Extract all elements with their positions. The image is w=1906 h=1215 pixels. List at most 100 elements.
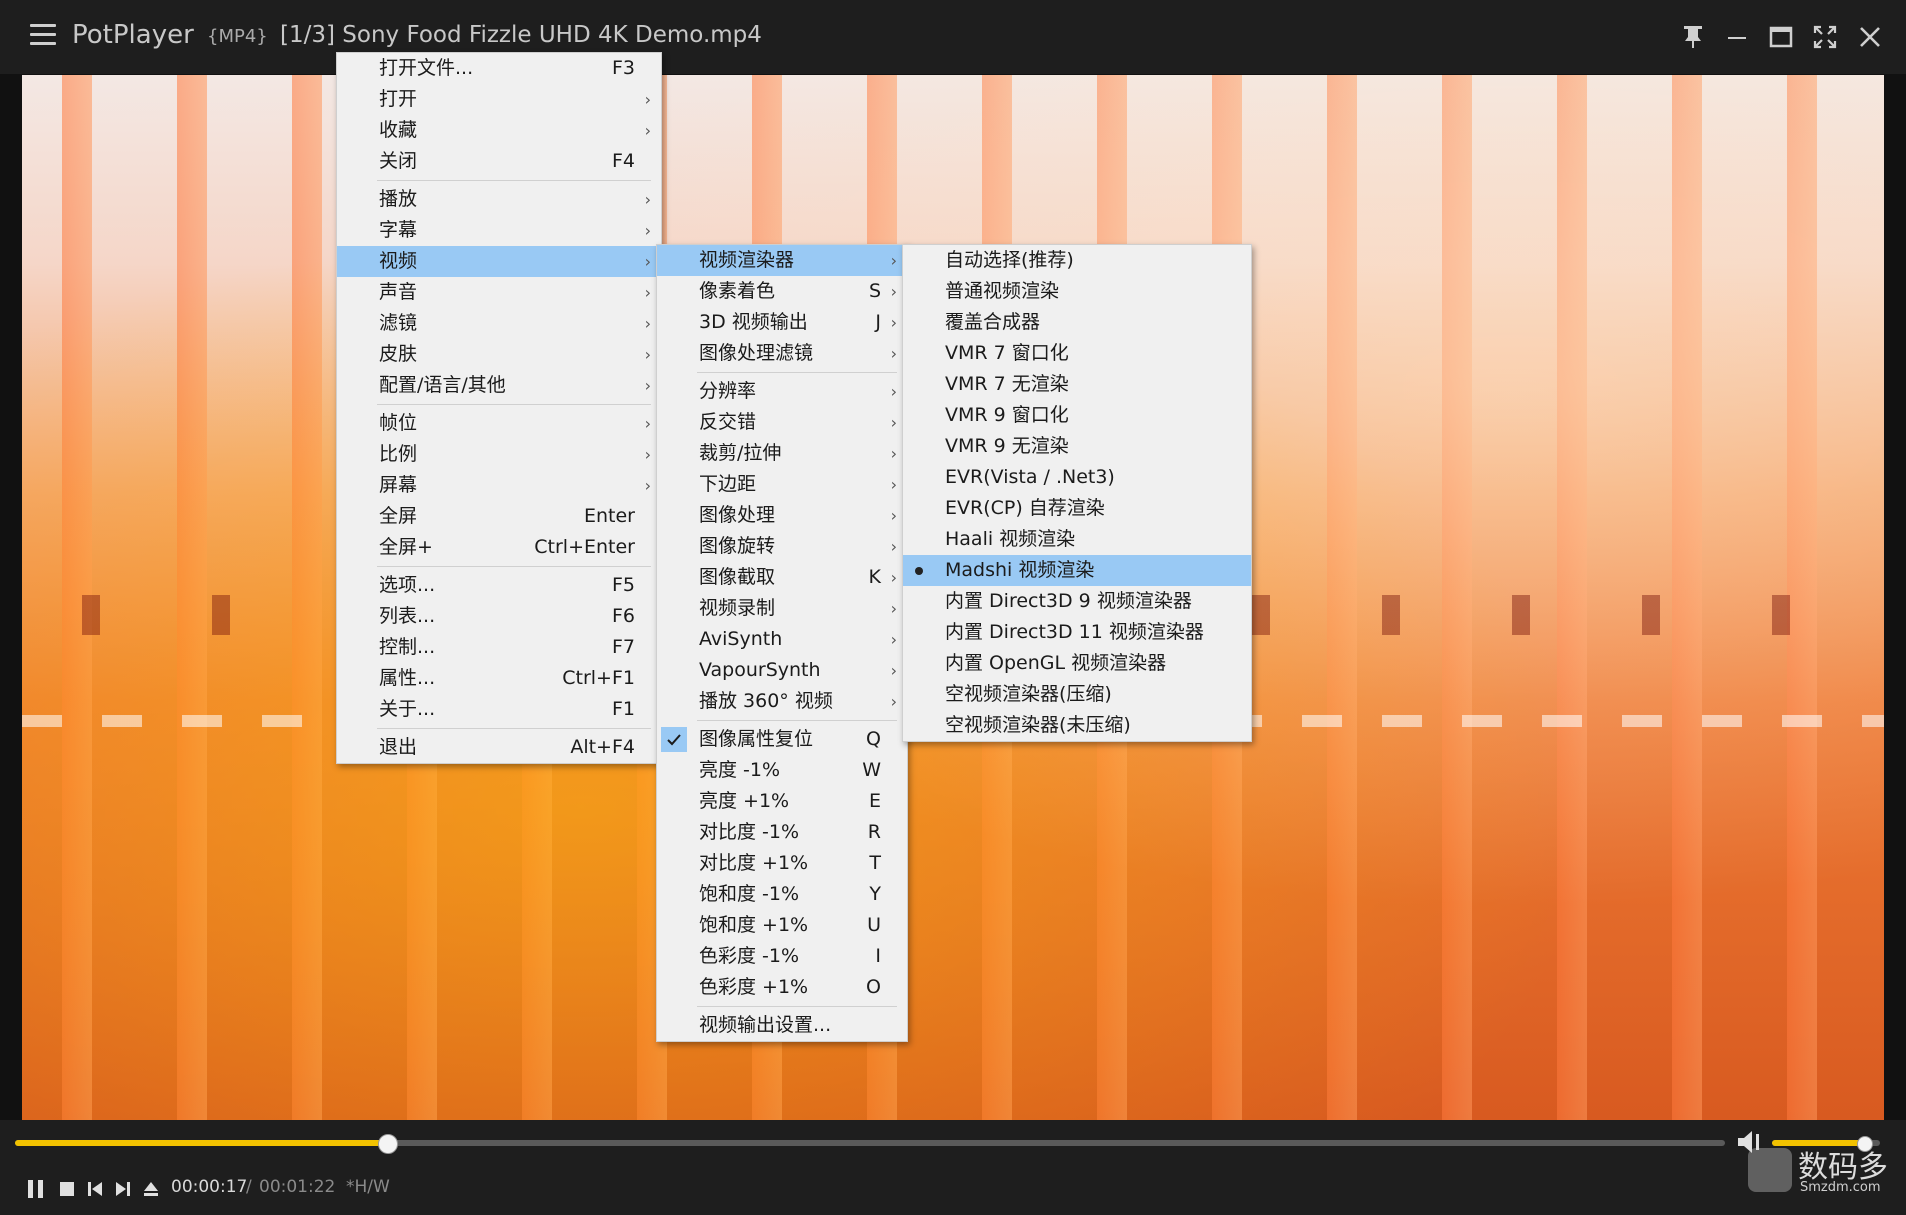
pause-button[interactable] [26, 1178, 46, 1200]
main-menu-item[interactable]: 屏幕 › [337, 470, 661, 501]
menu-item-shortcut: J [875, 311, 881, 333]
video-menu-item[interactable]: 色彩度 +1% O [657, 972, 907, 1003]
main-menu-item[interactable]: 滤镜 › [337, 308, 661, 339]
main-menu-item[interactable]: 控制... F7 [337, 632, 661, 663]
menu-item-label: 饱和度 -1% [699, 883, 800, 905]
video-menu-item[interactable]: 视频渲染器 › [657, 245, 907, 276]
main-menu-item[interactable]: 列表... F6 [337, 601, 661, 632]
close-icon[interactable] [1855, 22, 1885, 52]
submenu-arrow-icon: › [890, 413, 897, 432]
submenu-arrow-icon: › [890, 251, 897, 270]
menu-item-label: 字幕 [379, 219, 418, 241]
video-menu-item[interactable]: 亮度 -1% W [657, 755, 907, 786]
renderer-menu-item[interactable]: 普通视频渲染 [903, 276, 1251, 307]
submenu-arrow-icon: › [644, 476, 651, 495]
hamburger-menu-icon[interactable] [30, 24, 56, 46]
menu-item-label: VMR 7 无渲染 [945, 373, 1069, 395]
menu-item-shortcut: R [867, 821, 881, 843]
maximize-icon[interactable] [1766, 22, 1796, 52]
main-menu-item[interactable]: 关闭 F4 [337, 146, 661, 177]
video-menu-item[interactable]: 裁剪/拉伸 › [657, 438, 907, 469]
video-menu-item[interactable]: 图像截取 K › [657, 562, 907, 593]
renderer-menu-item[interactable]: Madshi 视频渲染 [903, 555, 1251, 586]
submenu-arrow-icon: › [644, 190, 651, 209]
renderer-menu-item[interactable]: 覆盖合成器 [903, 307, 1251, 338]
video-menu-item[interactable]: 图像旋转 › [657, 531, 907, 562]
submenu-arrow-icon: › [644, 252, 651, 271]
video-menu-item[interactable]: 下边距 › [657, 469, 907, 500]
previous-button[interactable] [86, 1178, 104, 1200]
menu-item-label: 关闭 [379, 150, 418, 172]
minimize-icon[interactable] [1722, 22, 1752, 52]
renderer-menu-item[interactable]: 空视频渲染器(压缩) [903, 679, 1251, 710]
renderer-menu-item[interactable]: 内置 Direct3D 11 视频渲染器 [903, 617, 1251, 648]
video-menu-item[interactable]: 图像属性复位 Q [657, 724, 907, 755]
video-menu-item[interactable]: 像素着色 S › [657, 276, 907, 307]
renderer-menu-item[interactable]: EVR(CP) 自荐渲染 [903, 493, 1251, 524]
main-menu-item[interactable]: 比例 › [337, 439, 661, 470]
main-menu-item[interactable]: 字幕 › [337, 215, 661, 246]
menu-item-label: 声音 [379, 281, 418, 303]
main-menu-item[interactable]: 退出 Alt+F4 [337, 732, 661, 763]
pin-icon[interactable] [1678, 22, 1708, 52]
renderer-menu-item[interactable]: 空视频渲染器(未压缩) [903, 710, 1251, 741]
video-menu-item[interactable]: 视频输出设置... [657, 1010, 907, 1041]
video-menu-item[interactable]: 反交错 › [657, 407, 907, 438]
main-menu-item[interactable]: 配置/语言/其他 › [337, 370, 661, 401]
video-menu-item[interactable]: 饱和度 -1% Y [657, 879, 907, 910]
main-menu-item[interactable]: 皮肤 › [337, 339, 661, 370]
main-menu-item[interactable]: 打开 › [337, 84, 661, 115]
video-menu-item[interactable]: 色彩度 -1% I [657, 941, 907, 972]
menu-item-label: 配置/语言/其他 [379, 374, 506, 396]
hw-decode-label[interactable]: *H/W [346, 1177, 390, 1197]
submenu-arrow-icon: › [890, 568, 897, 587]
next-button[interactable] [114, 1178, 132, 1200]
video-menu-item[interactable]: 图像处理滤镜 › [657, 338, 907, 369]
main-menu-item[interactable]: 关于... F1 [337, 694, 661, 725]
menu-item-label: 屏幕 [379, 474, 418, 496]
renderer-menu-item[interactable]: Haali 视频渲染 [903, 524, 1251, 555]
video-menu-item[interactable]: 对比度 -1% R [657, 817, 907, 848]
renderer-menu-item[interactable]: 自动选择(推荐) [903, 245, 1251, 276]
renderer-menu-item[interactable]: EVR(Vista / .Net3) [903, 462, 1251, 493]
main-menu-item[interactable]: 声音 › [337, 277, 661, 308]
main-menu-item[interactable]: 属性... Ctrl+F1 [337, 663, 661, 694]
main-menu-item[interactable]: 全屏+ Ctrl+Enter [337, 532, 661, 563]
video-menu-item[interactable]: 分辨率 › [657, 376, 907, 407]
main-menu-item[interactable]: 播放 › [337, 184, 661, 215]
menu-item-label: 视频渲染器 [699, 249, 795, 271]
menu-item-label: 下边距 [699, 473, 757, 495]
renderer-menu-item[interactable]: 内置 OpenGL 视频渲染器 [903, 648, 1251, 679]
video-menu-item[interactable]: 饱和度 +1% U [657, 910, 907, 941]
menu-item-label: 视频录制 [699, 597, 776, 619]
video-menu-item[interactable]: 3D 视频输出 J › [657, 307, 907, 338]
menu-item-label: 3D 视频输出 [699, 311, 808, 333]
video-menu-item[interactable]: 视频录制 › [657, 593, 907, 624]
main-menu-item[interactable]: 打开文件... F3 [337, 53, 661, 84]
main-menu-item[interactable]: 收藏 › [337, 115, 661, 146]
stop-button[interactable] [58, 1178, 76, 1200]
renderer-menu-item[interactable]: VMR 9 无渲染 [903, 431, 1251, 462]
video-menu-item[interactable]: 播放 360° 视频 › [657, 686, 907, 717]
menu-item-shortcut: F4 [611, 150, 635, 172]
main-menu-item[interactable]: 选项... F5 [337, 570, 661, 601]
menu-item-label: 普通视频渲染 [945, 280, 1060, 302]
main-menu-item[interactable]: 全屏 Enter [337, 501, 661, 532]
renderer-menu-item[interactable]: VMR 9 窗口化 [903, 400, 1251, 431]
renderer-menu-item[interactable]: 内置 Direct3D 9 视频渲染器 [903, 586, 1251, 617]
eject-icon[interactable] [142, 1178, 160, 1200]
video-menu-item[interactable]: 亮度 +1% E [657, 786, 907, 817]
video-menu-item[interactable]: 图像处理 › [657, 500, 907, 531]
main-menu-item[interactable]: 帧位 › [337, 408, 661, 439]
menu-item-label: 裁剪/拉伸 [699, 442, 782, 464]
video-menu-item[interactable]: 对比度 +1% T [657, 848, 907, 879]
renderer-menu-item[interactable]: VMR 7 窗口化 [903, 338, 1251, 369]
seek-handle[interactable] [378, 1134, 399, 1154]
video-menu-item[interactable]: AviSynth › [657, 624, 907, 655]
renderer-menu-item[interactable]: VMR 7 无渲染 [903, 369, 1251, 400]
seek-bar[interactable] [15, 1134, 1725, 1154]
submenu-arrow-icon: › [644, 345, 651, 364]
video-menu-item[interactable]: VapourSynth › [657, 655, 907, 686]
fullscreen-icon[interactable] [1810, 22, 1840, 52]
main-menu-item[interactable]: 视频 › [337, 246, 661, 277]
